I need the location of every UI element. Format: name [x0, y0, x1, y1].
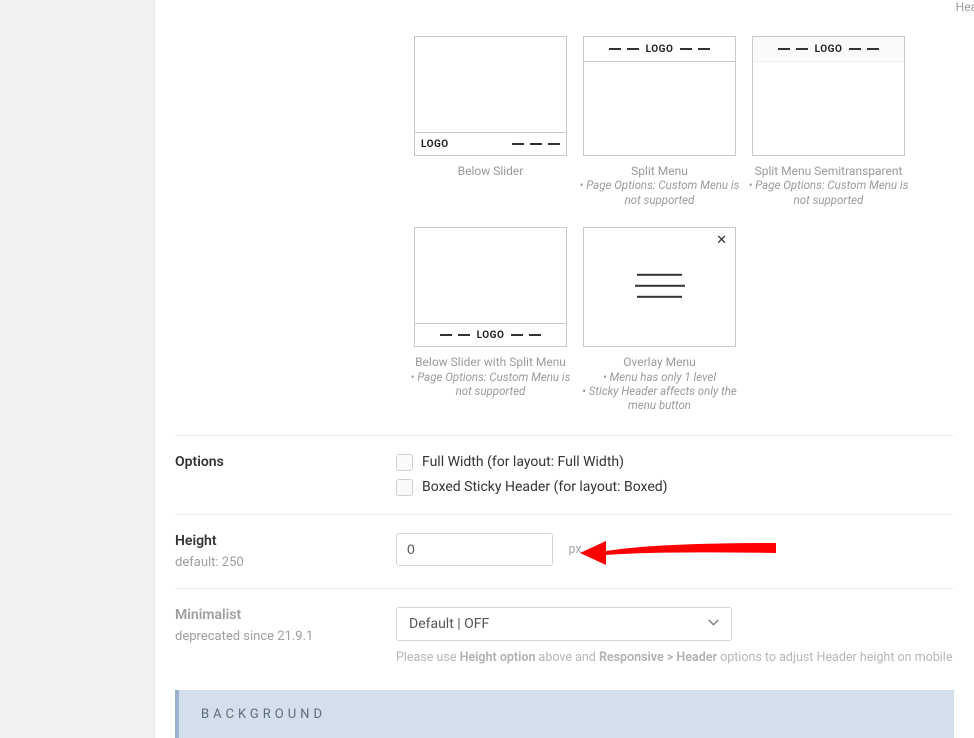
layout-option-below-slider-split-menu[interactable]: LOGO Below Slider with Split Menu • Page… — [406, 227, 575, 413]
height-input[interactable] — [396, 533, 553, 566]
logo-text: LOGO — [815, 44, 843, 55]
height-unit: px — [568, 542, 581, 557]
section-background: BACKGROUND — [175, 690, 954, 738]
layout-note: • Page Options: Custom Menu is not suppo… — [575, 178, 744, 207]
height-label: Height — [175, 533, 396, 549]
menu-dashes-icon — [849, 48, 879, 50]
minimalist-deprecated: deprecated since 21.9.1 — [175, 629, 396, 644]
height-default: default: 250 — [175, 555, 396, 570]
layout-note: • Page Options: Custom Menu is not suppo… — [406, 370, 575, 399]
menu-dashes-icon — [609, 48, 639, 50]
options-label: Options — [175, 454, 396, 470]
menu-dashes-icon — [511, 334, 541, 336]
menu-dashes-icon — [512, 143, 560, 145]
option-boxed-sticky[interactable]: Boxed Sticky Header (for layout: Boxed) — [396, 479, 954, 496]
layout-caption-header: Header — [925, 0, 974, 14]
layout-label: Split Menu — [631, 164, 688, 178]
menu-dashes-icon — [680, 48, 710, 50]
layout-label: Below Slider — [458, 164, 524, 178]
layout-note: • Page Options: Custom Menu is not suppo… — [744, 178, 913, 207]
close-icon: ✕ — [716, 234, 727, 247]
layout-label: Overlay Menu — [623, 355, 696, 369]
minimalist-select[interactable]: Default | OFF — [396, 607, 732, 641]
layout-option-overlay-menu[interactable]: ✕ Overlay Menu • Menu has only 1 level• … — [575, 227, 744, 413]
row-minimalist: Minimalist deprecated since 21.9.1 Defau… — [175, 588, 954, 685]
hamburger-icon — [635, 274, 685, 298]
layout-thumb: ✕ — [583, 227, 736, 347]
logo-text: LOGO — [646, 44, 674, 55]
row-options: Options Full Width (for layout: Full Wid… — [175, 435, 954, 514]
layout-thumb: LOGO — [752, 36, 905, 156]
layout-style-grid: LOGO Below Slider LOGO Split Menu • Page… — [406, 36, 954, 413]
checkbox-label: Boxed Sticky Header (for layout: Boxed) — [422, 479, 668, 495]
layout-thumb: LOGO — [583, 36, 736, 156]
menu-dashes-icon — [778, 48, 808, 50]
annotation-arrow-icon — [576, 531, 786, 575]
layout-note: • Menu has only 1 level• Sticky Header a… — [575, 370, 744, 413]
checkbox-icon[interactable] — [396, 454, 413, 471]
minimalist-help: Please use Height option above and Respo… — [396, 649, 954, 667]
logo-text: LOGO — [421, 139, 449, 150]
menu-dashes-icon — [440, 334, 470, 336]
layout-option-split-menu-semitransparent[interactable]: LOGO Split Menu Semitransparent • Page O… — [744, 36, 913, 207]
minimalist-label: Minimalist — [175, 607, 396, 623]
layout-option-split-menu[interactable]: LOGO Split Menu • Page Options: Custom M… — [575, 36, 744, 207]
row-height: Height default: 250 px — [175, 514, 954, 588]
layout-label: Split Menu Semitransparent — [755, 164, 903, 178]
layout-option-below-slider[interactable]: LOGO Below Slider — [406, 36, 575, 207]
settings-sidebar — [0, 0, 154, 738]
chevron-down-icon — [708, 616, 719, 629]
logo-text: LOGO — [477, 330, 505, 341]
checkbox-label: Full Width (for layout: Full Width) — [422, 454, 624, 470]
checkbox-icon[interactable] — [396, 479, 413, 496]
option-full-width[interactable]: Full Width (for layout: Full Width) — [396, 454, 954, 471]
layout-label: Below Slider with Split Menu — [415, 355, 566, 369]
layout-thumb: LOGO — [414, 227, 567, 347]
select-value: Default | OFF — [409, 616, 489, 632]
layout-thumb: LOGO — [414, 36, 567, 156]
section-title: BACKGROUND — [201, 707, 326, 722]
